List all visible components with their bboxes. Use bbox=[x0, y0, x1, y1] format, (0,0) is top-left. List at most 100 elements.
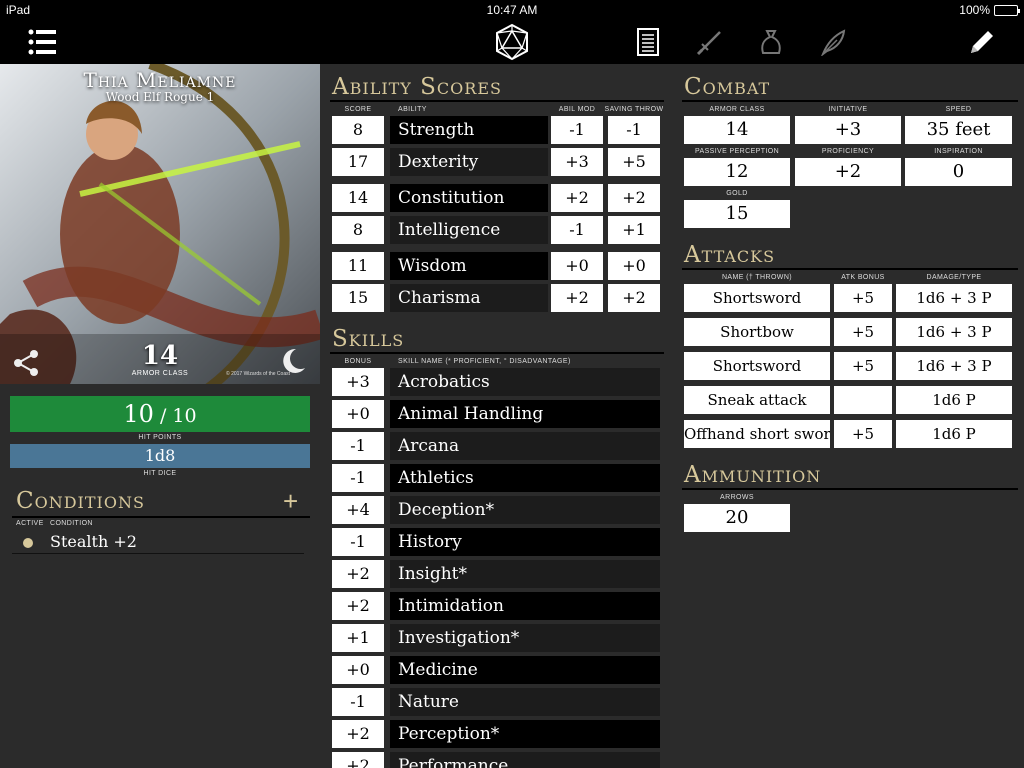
sword-icon[interactable] bbox=[693, 20, 727, 64]
moon-icon[interactable] bbox=[278, 346, 308, 376]
ability-name: Charisma bbox=[390, 284, 548, 312]
skill-name[interactable]: Acrobatics bbox=[390, 368, 660, 396]
initiative-field[interactable]: +3 bbox=[795, 116, 901, 144]
skill-bonus-field[interactable]: -1 bbox=[332, 432, 384, 460]
attacks-title: Attacks bbox=[684, 242, 776, 268]
skill-name[interactable]: Performance bbox=[390, 752, 660, 768]
skill-name[interactable]: Investigation* bbox=[390, 624, 660, 652]
skill-bonus-field[interactable]: +3 bbox=[332, 368, 384, 396]
armor-class-badge[interactable]: 14 ARMOR CLASS bbox=[120, 342, 200, 377]
proficiency-field[interactable]: +2 bbox=[795, 158, 901, 186]
attack-bonus-field[interactable]: +5 bbox=[834, 420, 892, 448]
sheet-icon[interactable] bbox=[632, 20, 664, 64]
skill-name[interactable]: Deception* bbox=[390, 496, 660, 524]
armor-class-label: ARMOR CLASS bbox=[131, 370, 189, 377]
character-portrait[interactable]: Thia Meliamne Wood Elf Rogue 1 14 ARMOR … bbox=[0, 64, 320, 384]
saving-throw-field[interactable]: +2 bbox=[608, 284, 660, 312]
skill-bonus-field[interactable]: -1 bbox=[332, 464, 384, 492]
skill-bonus-field[interactable]: +1 bbox=[332, 624, 384, 652]
skill-bonus-field[interactable]: +2 bbox=[332, 592, 384, 620]
skill-bonus-field[interactable]: +2 bbox=[332, 560, 384, 588]
skill-bonus-field[interactable]: +0 bbox=[332, 656, 384, 684]
menu-list-icon[interactable] bbox=[24, 20, 60, 64]
arrows-field[interactable]: 20 bbox=[684, 504, 790, 532]
add-condition-button[interactable]: + bbox=[283, 488, 298, 514]
col-bonus: BONUS bbox=[344, 358, 372, 365]
ability-mod-field[interactable]: +0 bbox=[551, 252, 603, 280]
col-damage-type: DAMAGE/TYPE bbox=[926, 274, 982, 281]
col-saving-throw: SAVING THROW bbox=[604, 106, 664, 113]
skill-name[interactable]: Athletics bbox=[390, 464, 660, 492]
attack-name-field[interactable]: Shortsword bbox=[684, 284, 830, 312]
skill-name[interactable]: Insight* bbox=[390, 560, 660, 588]
skill-name[interactable]: History bbox=[390, 528, 660, 556]
ability-mod-field[interactable]: -1 bbox=[551, 116, 603, 144]
attack-bonus-field[interactable] bbox=[834, 386, 892, 414]
hp-current: 10 bbox=[123, 400, 154, 428]
active-indicator-icon[interactable] bbox=[23, 538, 33, 548]
col-ability: ABILITY bbox=[398, 106, 427, 113]
ability-score-field[interactable]: 17 bbox=[332, 148, 384, 176]
ability-score-field[interactable]: 8 bbox=[332, 116, 384, 144]
attack-damage-field[interactable]: 1d6 P bbox=[896, 420, 1012, 448]
skill-name[interactable]: Animal Handling bbox=[390, 400, 660, 428]
armor-class-value: 14 bbox=[141, 341, 179, 371]
skill-bonus-field[interactable]: -1 bbox=[332, 688, 384, 716]
ability-scores-title: Ability Scores bbox=[332, 74, 502, 100]
gold-field[interactable]: 15 bbox=[684, 200, 790, 228]
skill-name[interactable]: Arcana bbox=[390, 432, 660, 460]
attack-damage-field[interactable]: 1d6 + 3 P bbox=[896, 284, 1012, 312]
skill-bonus-field[interactable]: +2 bbox=[332, 752, 384, 768]
skills-divider bbox=[330, 352, 664, 354]
armor-class-field[interactable]: 14 bbox=[684, 116, 790, 144]
saving-throw-field[interactable]: +0 bbox=[608, 252, 660, 280]
d20-icon[interactable] bbox=[490, 20, 534, 64]
ability-mod-field[interactable]: +2 bbox=[551, 284, 603, 312]
condition-row[interactable]: Stealth +2 bbox=[12, 530, 304, 554]
skill-bonus-field[interactable]: +2 bbox=[332, 720, 384, 748]
ability-score-field[interactable]: 8 bbox=[332, 216, 384, 244]
col-attack-bonus: ATK BONUS bbox=[841, 274, 885, 281]
attack-damage-field[interactable]: 1d6 + 3 P bbox=[896, 318, 1012, 346]
skill-bonus-field[interactable]: +4 bbox=[332, 496, 384, 524]
speed-field[interactable]: 35 feet bbox=[905, 116, 1012, 144]
hit-dice-bar[interactable]: 1d8 bbox=[10, 444, 310, 468]
ability-score-field[interactable]: 14 bbox=[332, 184, 384, 212]
battery-status: 100% bbox=[959, 3, 1020, 17]
attack-name-field[interactable]: Shortbow bbox=[684, 318, 830, 346]
attack-name-field[interactable]: Offhand short sword bbox=[684, 420, 830, 448]
battery-icon bbox=[994, 4, 1020, 16]
skill-name[interactable]: Intimidation bbox=[390, 592, 660, 620]
attack-bonus-field[interactable]: +5 bbox=[834, 284, 892, 312]
saving-throw-field[interactable]: +1 bbox=[608, 216, 660, 244]
attack-name-field[interactable]: Shortsword bbox=[684, 352, 830, 380]
ability-mod-field[interactable]: -1 bbox=[551, 216, 603, 244]
hit-points-bar[interactable]: 10 / 10 bbox=[10, 396, 310, 432]
ability-name: Dexterity bbox=[390, 148, 548, 176]
ability-score-field[interactable]: 11 bbox=[332, 252, 384, 280]
skill-name[interactable]: Medicine bbox=[390, 656, 660, 684]
gold-label: GOLD bbox=[726, 190, 748, 197]
saving-throw-field[interactable]: -1 bbox=[608, 116, 660, 144]
feather-icon[interactable] bbox=[816, 20, 850, 64]
pencil-icon[interactable] bbox=[964, 20, 1000, 64]
attack-damage-field[interactable]: 1d6 P bbox=[896, 386, 1012, 414]
attack-bonus-field[interactable]: +5 bbox=[834, 352, 892, 380]
skill-name[interactable]: Nature bbox=[390, 688, 660, 716]
share-icon[interactable] bbox=[12, 348, 42, 378]
saving-throw-field[interactable]: +2 bbox=[608, 184, 660, 212]
attack-bonus-field[interactable]: +5 bbox=[834, 318, 892, 346]
attack-name-field[interactable]: Sneak attack bbox=[684, 386, 830, 414]
saving-throw-field[interactable]: +5 bbox=[608, 148, 660, 176]
inspiration-field[interactable]: 0 bbox=[905, 158, 1012, 186]
ability-mod-field[interactable]: +3 bbox=[551, 148, 603, 176]
initiative-label: INITIATIVE bbox=[828, 106, 868, 113]
skill-bonus-field[interactable]: -1 bbox=[332, 528, 384, 556]
passive-perception-field[interactable]: 12 bbox=[684, 158, 790, 186]
ability-score-field[interactable]: 15 bbox=[332, 284, 384, 312]
skill-bonus-field[interactable]: +0 bbox=[332, 400, 384, 428]
skill-name[interactable]: Perception* bbox=[390, 720, 660, 748]
bag-icon[interactable] bbox=[754, 20, 788, 64]
attack-damage-field[interactable]: 1d6 + 3 P bbox=[896, 352, 1012, 380]
ability-mod-field[interactable]: +2 bbox=[551, 184, 603, 212]
